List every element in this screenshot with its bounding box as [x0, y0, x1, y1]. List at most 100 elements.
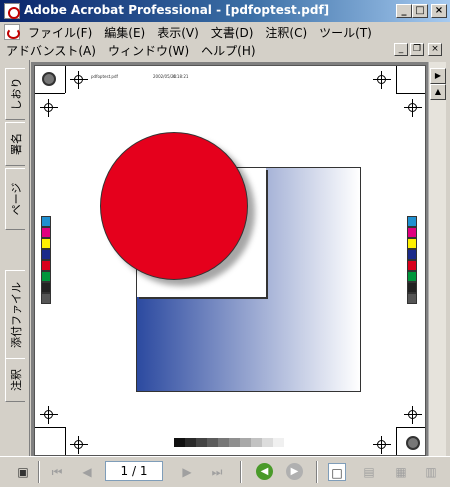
- doc-minimize-button[interactable]: _: [394, 43, 408, 56]
- menu-document[interactable]: 文書(D): [205, 24, 260, 41]
- color-swatch: [41, 282, 51, 293]
- continuous-icon[interactable]: ▤: [360, 463, 378, 481]
- menu-row-1: ファイル(F) 編集(E) 表示(V) 文書(D) 注釈(C) ツール(T): [0, 23, 378, 41]
- gray-swatch: [207, 438, 218, 447]
- bottom-right-target-mark: [406, 436, 420, 450]
- color-swatch: [41, 260, 51, 271]
- menu-window[interactable]: ウィンドウ(W): [102, 42, 195, 59]
- red-circle: [100, 132, 248, 280]
- color-swatch: [41, 271, 51, 282]
- page-number-field[interactable]: 1 / 1: [105, 461, 163, 481]
- menu-view[interactable]: 表示(V): [151, 24, 205, 41]
- last-page-icon[interactable]: ⏭: [208, 463, 226, 481]
- gray-swatch: [218, 438, 229, 447]
- tab-pages-label: ページ: [9, 182, 23, 216]
- page-header-filename: pdfoptest.pdf: [91, 74, 118, 79]
- registration-mark: [404, 406, 422, 424]
- menu-edit[interactable]: 編集(E): [98, 24, 151, 41]
- tab-comments[interactable]: 注釈: [5, 358, 25, 402]
- previous-page-icon[interactable]: ◀: [78, 463, 96, 481]
- pdf-page: pdfoptest.pdf 2002/05/24 6:18:21: [34, 65, 426, 456]
- color-swatch: [41, 238, 51, 249]
- toolbar-separator: [240, 461, 242, 483]
- maximize-button[interactable]: □: [412, 4, 428, 18]
- color-swatch: [41, 216, 51, 227]
- crop-line: [396, 66, 397, 93]
- color-swatch: [407, 260, 417, 271]
- registration-mark: [373, 71, 391, 89]
- toolbar-separator: [316, 461, 318, 483]
- menu-tools[interactable]: ツール(T): [313, 24, 378, 41]
- menu-advanced[interactable]: アドバンスト(A): [0, 42, 102, 59]
- go-back-icon[interactable]: ◀: [256, 463, 273, 480]
- panel-expand-button[interactable]: ▶: [430, 68, 446, 84]
- acrobat-app-icon[interactable]: [4, 3, 20, 19]
- window-title: Adobe Acrobat Professional - [pdfoptest.…: [24, 3, 330, 17]
- color-swatch: [407, 238, 417, 249]
- doc-close-button[interactable]: ×: [428, 43, 442, 56]
- page-header-time: 6:18:21: [173, 74, 189, 79]
- doc-restore-button[interactable]: ❐: [410, 43, 424, 56]
- registration-mark: [40, 99, 58, 117]
- tab-comments-label: 注釈: [9, 369, 23, 391]
- color-swatch: [41, 293, 51, 304]
- document-view[interactable]: pdfoptest.pdf 2002/05/24 6:18:21: [31, 62, 428, 456]
- continuous-facing-icon[interactable]: ▥: [422, 463, 440, 481]
- menu-help[interactable]: ヘルプ(H): [195, 42, 261, 59]
- registration-mark: [40, 406, 58, 424]
- next-page-icon[interactable]: ▶: [178, 463, 196, 481]
- gray-swatch: [174, 438, 185, 447]
- color-swatch: [407, 227, 417, 238]
- gray-swatch: [196, 438, 207, 447]
- top-left-target-mark: [42, 72, 56, 86]
- color-swatch: [407, 271, 417, 282]
- crop-line: [65, 427, 66, 455]
- document-icon[interactable]: [4, 24, 20, 40]
- menu-bar: ファイル(F) 編集(E) 表示(V) 文書(D) 注釈(C) ツール(T) ア…: [0, 22, 450, 60]
- registration-mark: [70, 436, 88, 454]
- gray-swatch: [185, 438, 196, 447]
- toolbar-separator: [38, 461, 40, 483]
- crop-line: [35, 427, 65, 428]
- color-swatch: [407, 282, 417, 293]
- crop-line: [396, 93, 425, 94]
- tab-signatures-label: 署名: [9, 133, 23, 155]
- menu-row-2: アドバンスト(A) ウィンドウ(W) ヘルプ(H): [0, 41, 262, 59]
- registration-mark: [70, 71, 88, 89]
- color-swatch: [41, 249, 51, 260]
- color-swatch: [407, 293, 417, 304]
- gray-swatch: [273, 438, 284, 447]
- menu-file[interactable]: ファイル(F): [22, 24, 98, 41]
- crop-line: [35, 93, 65, 94]
- gray-swatch: [262, 438, 273, 447]
- status-toolbar: ▣ ⏮ ◀ 1 / 1 ▶ ⏭ ◀ ▶ □ ▤ ▦ ▥: [0, 456, 450, 487]
- facing-pages-icon[interactable]: ▦: [392, 463, 410, 481]
- gray-swatch: [251, 438, 262, 447]
- scroll-up-button[interactable]: ▲: [430, 84, 446, 100]
- gray-swatch: [240, 438, 251, 447]
- color-swatch: [41, 227, 51, 238]
- crop-line: [396, 427, 425, 428]
- go-forward-icon[interactable]: ▶: [286, 463, 303, 480]
- tab-attachments-label: 添付ファイル: [9, 282, 23, 348]
- color-swatch: [407, 249, 417, 260]
- registration-mark: [373, 436, 391, 454]
- tab-bookmarks[interactable]: しおり: [5, 68, 25, 120]
- page-size-icon[interactable]: ▣: [14, 463, 32, 481]
- minimize-button[interactable]: _: [396, 4, 412, 18]
- close-button[interactable]: ×: [431, 4, 447, 18]
- menu-comments[interactable]: 注釈(C): [259, 24, 313, 41]
- registration-mark: [404, 99, 422, 117]
- tab-signatures[interactable]: 署名: [5, 122, 25, 166]
- tab-attachments[interactable]: 添付ファイル: [5, 270, 25, 360]
- crop-line: [65, 66, 66, 93]
- vertical-scrollbar[interactable]: ▶ ▲: [428, 62, 446, 456]
- single-page-icon[interactable]: □: [328, 463, 346, 481]
- tab-pages[interactable]: ページ: [5, 168, 25, 230]
- color-swatch: [407, 216, 417, 227]
- crop-line: [396, 427, 397, 455]
- first-page-icon[interactable]: ⏮: [48, 463, 66, 481]
- gray-swatch: [229, 438, 240, 447]
- navigation-pane-tabs: しおり 署名 ページ 添付ファイル 注釈: [0, 60, 30, 456]
- title-bar: Adobe Acrobat Professional - [pdfoptest.…: [0, 0, 450, 22]
